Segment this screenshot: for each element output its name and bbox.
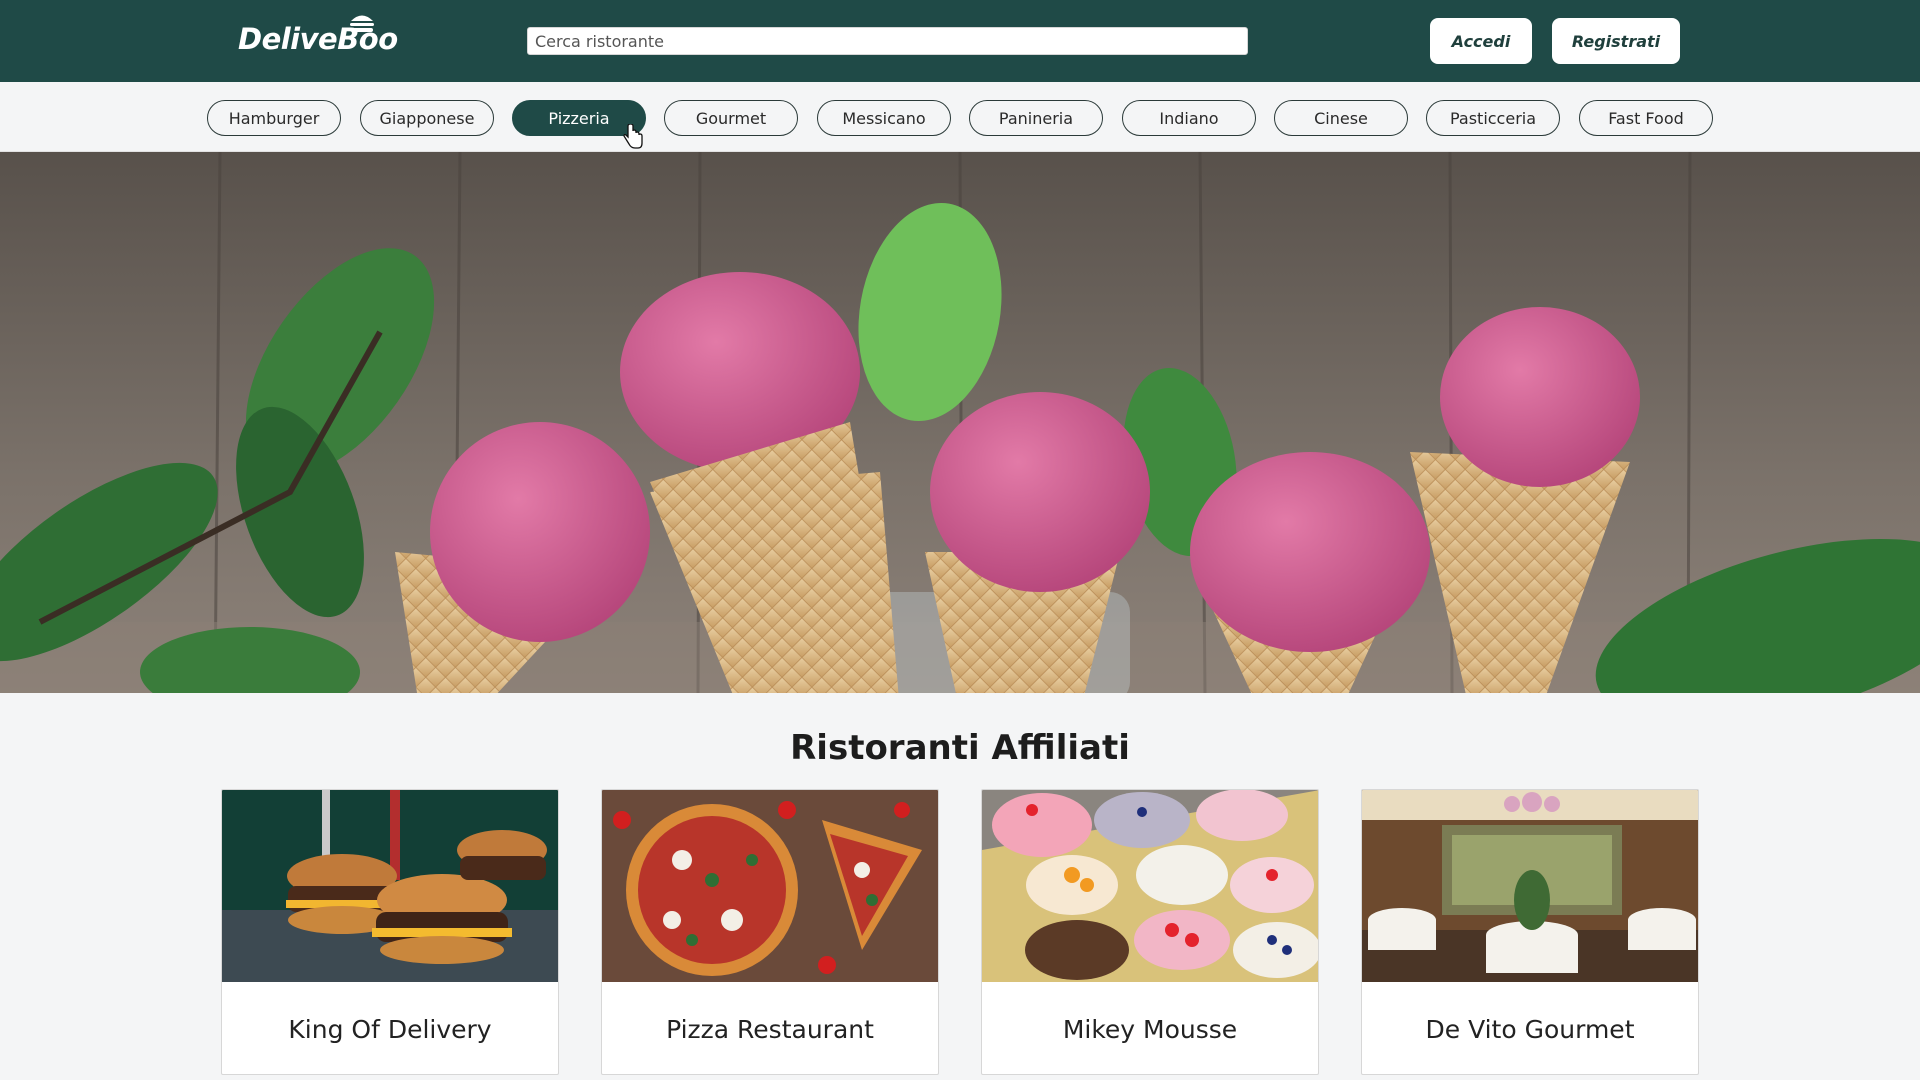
hero-banner bbox=[0, 152, 1920, 693]
category-gourmet[interactable]: Gourmet bbox=[664, 100, 798, 136]
hand-cursor-icon bbox=[623, 124, 643, 149]
desserts-photo bbox=[982, 790, 1318, 982]
register-button[interactable]: Registrati bbox=[1552, 18, 1680, 64]
category-filter-bar: Hamburger Giapponese Pizzeria Gourmet Me… bbox=[0, 82, 1920, 152]
restaurant-card-king-of-delivery[interactable]: King Of Delivery bbox=[221, 789, 559, 1075]
category-indiano[interactable]: Indiano bbox=[1122, 100, 1256, 136]
restaurant-name: Mikey Mousse bbox=[1062, 1014, 1238, 1044]
section-title: Ristoranti Affiliati bbox=[790, 728, 1130, 768]
dining-room-photo bbox=[1362, 790, 1698, 982]
login-button[interactable]: Accedi bbox=[1430, 18, 1532, 64]
burger-icon bbox=[350, 15, 374, 32]
restaurant-name: Pizza Restaurant bbox=[666, 1014, 874, 1044]
top-navbar: DeliveBoo Accedi Registrati bbox=[0, 0, 1920, 82]
category-fast-food[interactable]: Fast Food bbox=[1579, 100, 1713, 136]
category-panineria[interactable]: Panineria bbox=[969, 100, 1103, 136]
category-giapponese[interactable]: Giapponese bbox=[360, 100, 494, 136]
category-pasticceria[interactable]: Pasticceria bbox=[1426, 100, 1560, 136]
restaurant-card-mikey-mousse[interactable]: Mikey Mousse bbox=[981, 789, 1319, 1075]
ice-cream-cones-image bbox=[0, 152, 1920, 693]
search-input[interactable] bbox=[527, 27, 1248, 55]
restaurant-card-pizza-restaurant[interactable]: Pizza Restaurant bbox=[601, 789, 939, 1075]
category-messicano[interactable]: Messicano bbox=[817, 100, 951, 136]
restaurant-name: King Of Delivery bbox=[288, 1014, 492, 1044]
restaurant-card-de-vito-gourmet[interactable]: De Vito Gourmet bbox=[1361, 789, 1699, 1075]
category-hamburger[interactable]: Hamburger bbox=[207, 100, 341, 136]
burger-photo bbox=[222, 790, 558, 982]
restaurant-name: De Vito Gourmet bbox=[1425, 1014, 1635, 1044]
category-cinese[interactable]: Cinese bbox=[1274, 100, 1408, 136]
pizza-photo bbox=[602, 790, 938, 982]
